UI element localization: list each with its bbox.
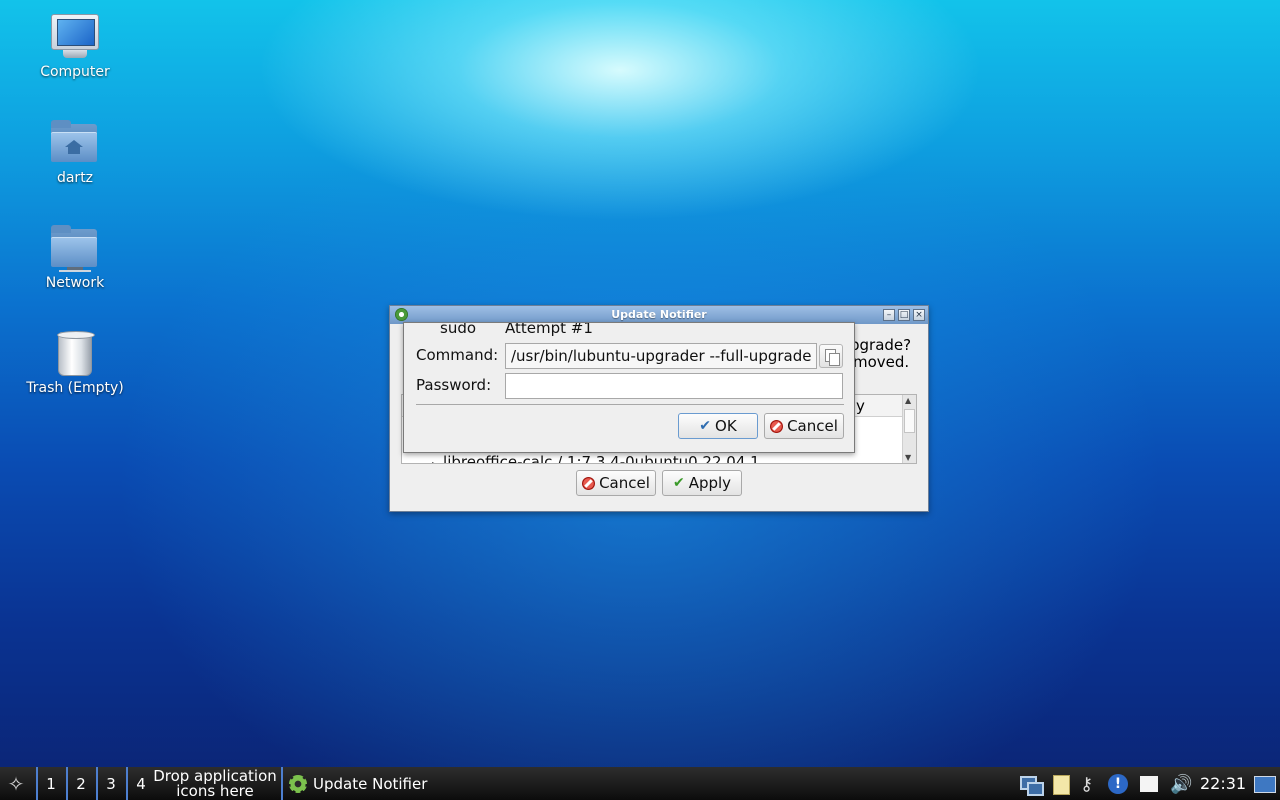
list-item-label: libreoffice-calc / 1:7.3.4-0ubuntu0.22.0…: [443, 453, 760, 464]
cancel-button[interactable]: Cancel: [576, 470, 656, 496]
desktop-switch-3[interactable]: 3: [96, 767, 124, 800]
trash-icon: [49, 330, 101, 376]
close-button[interactable]: ×: [913, 309, 925, 321]
apply-button-label: Apply: [688, 474, 732, 492]
drop-text-line2: icons here: [176, 781, 254, 800]
list-item[interactable]: ▸ libreoffice-calc / 1:7.3.4-0ubuntu0.22.…: [432, 453, 760, 464]
task-update-notifier[interactable]: Update Notifier: [281, 767, 427, 800]
clipboard-icon[interactable]: [1050, 774, 1070, 795]
computer-icon: [49, 14, 101, 60]
attempt-label: Attempt #1: [505, 322, 593, 337]
ok-button[interactable]: ✔ OK: [678, 413, 758, 439]
sudo-cancel-button-label: Cancel: [787, 417, 838, 435]
ok-button-label: OK: [715, 417, 737, 435]
wrench-icon[interactable]: ⚷: [1080, 774, 1100, 795]
quicklaunch-drop-area[interactable]: Drop application icons here: [153, 767, 277, 800]
scroll-down-icon[interactable]: ▼: [905, 453, 911, 462]
apply-button[interactable]: ✔ Apply: [662, 470, 742, 496]
volume-icon[interactable]: 🔊: [1170, 774, 1192, 795]
info-icon[interactable]: !: [1108, 774, 1128, 794]
copy-icon[interactable]: [819, 344, 843, 368]
desktop-icon-label: Trash (Empty): [26, 380, 124, 396]
command-field[interactable]: /usr/bin/lubuntu-upgrader --full-upgrade: [505, 343, 817, 369]
home-folder-icon: [49, 120, 101, 166]
show-desktop-icon[interactable]: [1254, 774, 1276, 794]
check-icon: ✔: [672, 475, 685, 491]
scroll-thumb[interactable]: [904, 409, 915, 433]
sudo-label: sudo: [440, 322, 477, 337]
expand-arrow-icon[interactable]: ▸: [432, 459, 437, 463]
window-title: Update Notifier: [611, 308, 707, 321]
upgrade-question-text: pgrade?: [850, 336, 912, 354]
cancel-icon: [770, 419, 784, 433]
desktop-icon-label: dartz: [56, 170, 94, 186]
cancel-button-label: Cancel: [599, 474, 650, 492]
desktop-switch-4[interactable]: 4: [126, 767, 154, 800]
password-field[interactable]: [505, 373, 843, 399]
command-label: Command:: [416, 346, 499, 364]
scroll-up-icon[interactable]: ▲: [905, 396, 911, 405]
maximize-button[interactable]: □: [898, 309, 910, 321]
desktop-icon-home[interactable]: dartz: [20, 120, 130, 186]
network-icon[interactable]: [1020, 774, 1044, 796]
list-header-label: y: [856, 397, 865, 415]
sudo-password-dialog: sudo Attempt #1 Command: /usr/bin/lubunt…: [403, 322, 855, 453]
desktop-switch-2[interactable]: 2: [66, 767, 94, 800]
minimize-button[interactable]: –: [883, 309, 895, 321]
sudo-cancel-button[interactable]: Cancel: [764, 413, 844, 439]
separator: [416, 404, 844, 405]
notes-icon[interactable]: [1139, 774, 1159, 794]
desktop-icon-network[interactable]: Network: [20, 225, 130, 291]
cancel-icon: [582, 476, 596, 490]
desktop-icon-label: Computer: [40, 64, 110, 80]
removed-text: moved.: [853, 353, 910, 371]
taskbar: ✧ 1 2 3 4 Drop application icons here Up…: [0, 767, 1280, 800]
desktop-icon-trash[interactable]: Trash (Empty): [20, 330, 130, 396]
start-menu-icon[interactable]: ✧: [4, 767, 28, 800]
list-scrollbar[interactable]: ▲ ▼: [902, 395, 916, 463]
task-label: Update Notifier: [313, 774, 428, 793]
gear-icon: [289, 774, 307, 793]
check-icon: ✔: [699, 418, 712, 434]
desktop-icon-label: Network: [45, 275, 105, 291]
clock[interactable]: 22:31: [1200, 774, 1246, 793]
network-folder-icon: [49, 225, 101, 272]
password-label: Password:: [416, 376, 492, 394]
desktop-switch-1[interactable]: 1: [36, 767, 64, 800]
desktop-icon-computer[interactable]: Computer: [20, 14, 130, 80]
